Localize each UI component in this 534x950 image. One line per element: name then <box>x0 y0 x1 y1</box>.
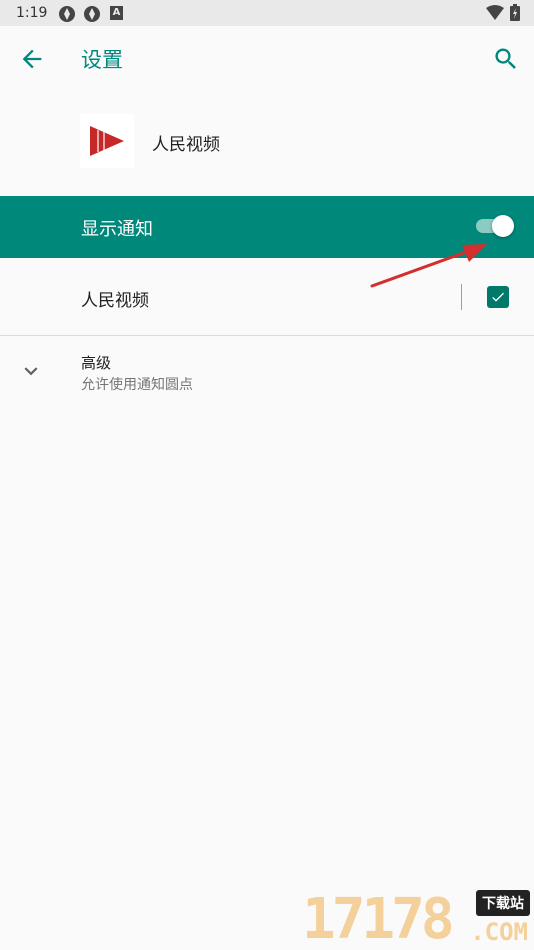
vertical-divider <box>461 284 462 310</box>
a-notification-icon: A <box>110 6 123 20</box>
page-title: 设置 <box>81 48 123 72</box>
play-logo-icon <box>90 126 124 156</box>
advanced-summary: 允许使用通知圆点 <box>81 377 193 393</box>
back-arrow-icon[interactable] <box>18 45 46 73</box>
check-icon <box>492 292 504 302</box>
watermark: 17178 下载站 .COM <box>302 890 530 948</box>
sync-notification-icon <box>84 6 100 22</box>
watermark-suffix: .COM <box>470 918 528 946</box>
watermark-tag: 下载站 <box>476 890 530 916</box>
channel-checkbox[interactable] <box>487 286 509 308</box>
advanced-title: 高级 <box>81 354 112 372</box>
advanced-row[interactable]: 高级 允许使用通知圆点 <box>0 336 534 416</box>
app-bar: 设置 <box>0 26 534 92</box>
watermark-digits: 17178 <box>302 887 455 950</box>
sync-notification-icon <box>59 6 75 22</box>
channel-row[interactable]: 人民视频 <box>0 258 534 336</box>
battery-icon <box>510 4 520 21</box>
switch-thumb <box>492 215 514 237</box>
app-logo <box>80 114 134 168</box>
show-notifications-label: 显示通知 <box>81 219 153 240</box>
status-time: 1:19 <box>16 5 48 21</box>
chevron-down-icon <box>24 367 38 376</box>
show-notifications-switch[interactable] <box>474 215 514 237</box>
app-info-header: 人民视频 <box>0 92 534 196</box>
status-bar: 1:19 A <box>0 0 534 26</box>
channel-label: 人民视频 <box>81 291 149 311</box>
show-notifications-row[interactable]: 显示通知 <box>0 196 534 258</box>
search-icon[interactable] <box>492 45 520 73</box>
app-name: 人民视频 <box>152 135 220 155</box>
wifi-icon <box>486 4 504 20</box>
